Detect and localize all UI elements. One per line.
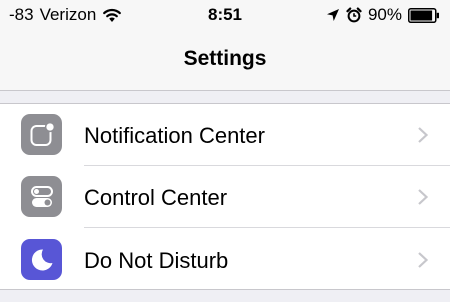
status-right: 90%: [326, 5, 440, 25]
navigation-bar: Settings: [0, 30, 450, 91]
moon-icon: [21, 239, 62, 280]
battery-percent: 90%: [367, 5, 402, 24]
location-arrow-icon: [326, 8, 340, 22]
notification-center-icon: [21, 114, 62, 155]
alarm-clock-icon: [346, 7, 362, 23]
settings-group: Notification Center Control Center Do No…: [0, 103, 450, 290]
settings-row-label: Do Not Disturb: [84, 248, 229, 273]
settings-row-label: Control Center: [84, 185, 228, 210]
chevron-right-icon: [417, 251, 429, 269]
control-center-icon: [21, 176, 62, 217]
settings-row-notification-center[interactable]: Notification Center: [0, 104, 450, 166]
chevron-right-icon: [417, 126, 429, 144]
chevron-right-icon: [417, 188, 429, 206]
status-bar: -83 Verizon 8:51 90%: [0, 0, 450, 30]
page-title: Settings: [183, 47, 267, 70]
settings-row-control-center[interactable]: Control Center: [0, 166, 450, 228]
battery-icon: [408, 7, 440, 23]
settings-row-do-not-disturb[interactable]: Do Not Disturb: [0, 228, 450, 290]
settings-row-label: Notification Center: [84, 123, 265, 148]
